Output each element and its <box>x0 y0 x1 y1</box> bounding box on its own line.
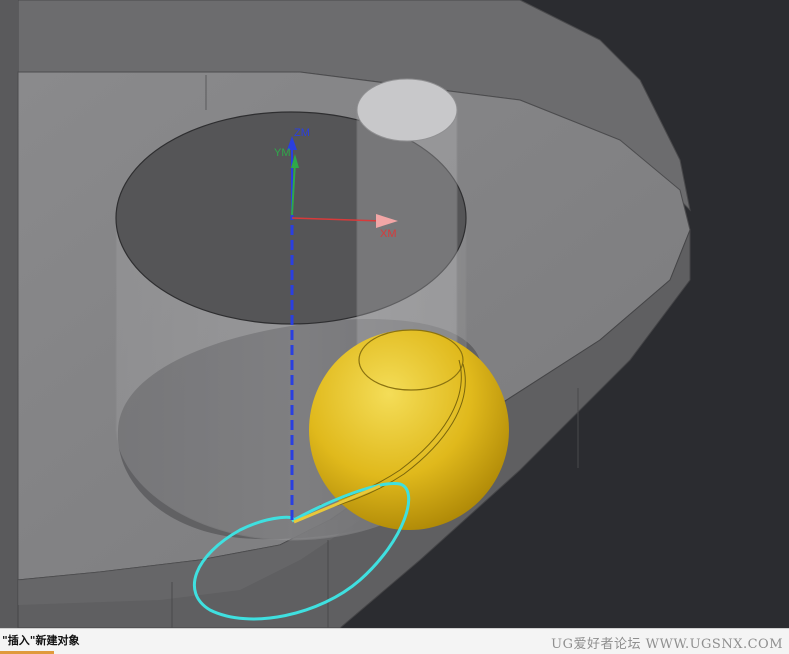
x-axis-label: XM <box>380 228 397 240</box>
z-axis-label: ZM <box>294 127 310 139</box>
y-axis-label: YM <box>274 147 291 159</box>
watermark-text: UG爱好者论坛 WWW.UGSNX.COM <box>551 637 783 652</box>
status-message: "插入"新建对象 <box>2 634 80 647</box>
graphics-viewport[interactable]: ZM YM XM <box>0 0 789 628</box>
pin-cylinder-top <box>356 78 458 142</box>
left-wall <box>0 0 18 628</box>
pin-cylinder-body <box>356 109 458 346</box>
status-bar: "插入"新建对象 UG爱好者论坛 WWW.UGSNX.COM <box>0 628 789 654</box>
